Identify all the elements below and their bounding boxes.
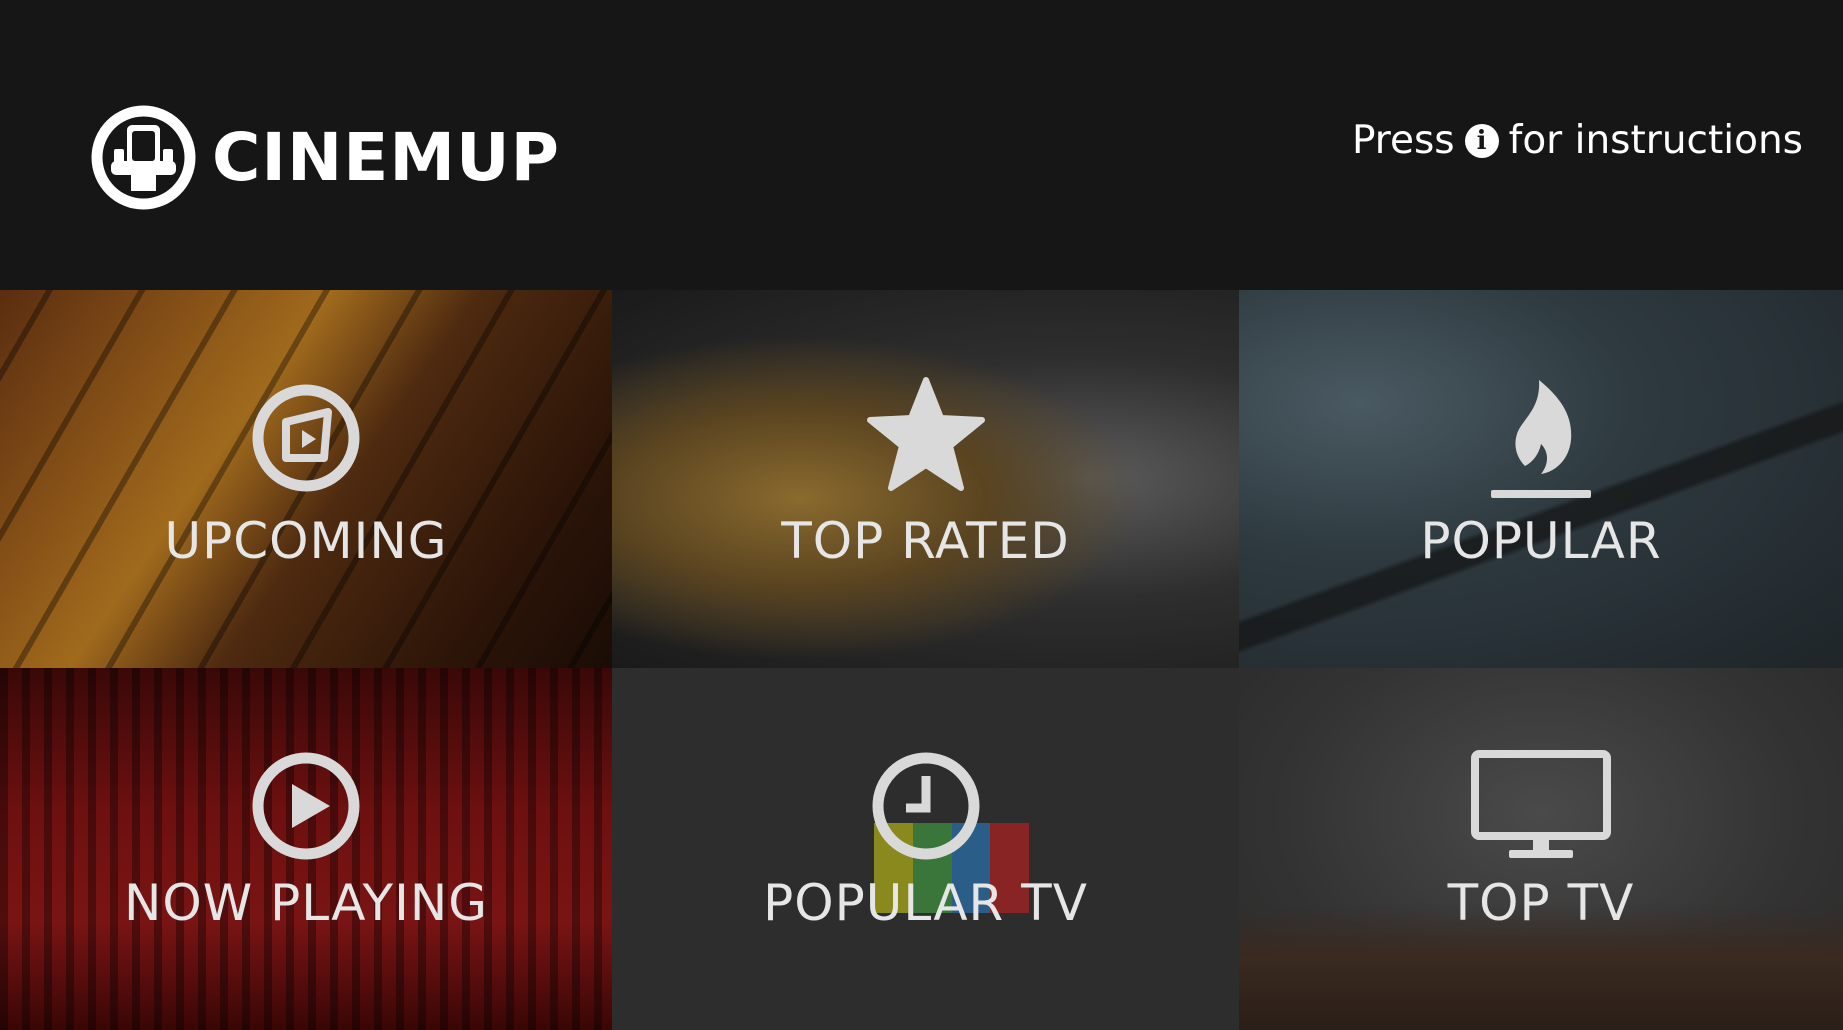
play-icon xyxy=(252,752,360,860)
tile-popular[interactable]: POPULAR xyxy=(1239,290,1843,668)
tile-label: TOP RATED xyxy=(781,512,1070,570)
cinema-seat-icon xyxy=(91,105,196,210)
clock-icon xyxy=(872,752,979,860)
app-logo: CINEMUP xyxy=(87,101,560,214)
header: CINEMUP Press i for instructions xyxy=(0,0,1843,290)
star-icon xyxy=(866,377,985,491)
tile-label: NOW PLAYING xyxy=(123,874,488,932)
tile-label: POPULAR xyxy=(1420,512,1662,570)
flame-icon xyxy=(1491,380,1591,498)
tile-upcoming[interactable]: UPCOMING xyxy=(0,290,612,668)
hint-prefix: Press xyxy=(1351,118,1455,163)
tile-label: POPULAR TV xyxy=(763,874,1088,932)
tile-label: TOP TV xyxy=(1447,874,1635,932)
tile-label: UPCOMING xyxy=(164,512,448,570)
tile-popular-tv[interactable]: POPULAR TV xyxy=(612,668,1239,1030)
hint-suffix: for instructions xyxy=(1508,118,1803,163)
tile-top-rated[interactable]: TOP RATED xyxy=(612,290,1239,668)
monitor-icon xyxy=(1471,750,1611,858)
upcoming-icon xyxy=(252,384,360,492)
tile-now-playing[interactable]: NOW PLAYING xyxy=(0,668,612,1030)
info-icon: i xyxy=(1464,123,1499,158)
instructions-hint: Press i for instructions xyxy=(1352,118,1803,163)
app-title: CINEMUP xyxy=(212,118,560,196)
tile-top-tv[interactable]: TOP TV xyxy=(1239,668,1843,1030)
category-grid: UPCOMING TOP RATED POPULAR NOW PLAYING P… xyxy=(0,290,1843,1030)
